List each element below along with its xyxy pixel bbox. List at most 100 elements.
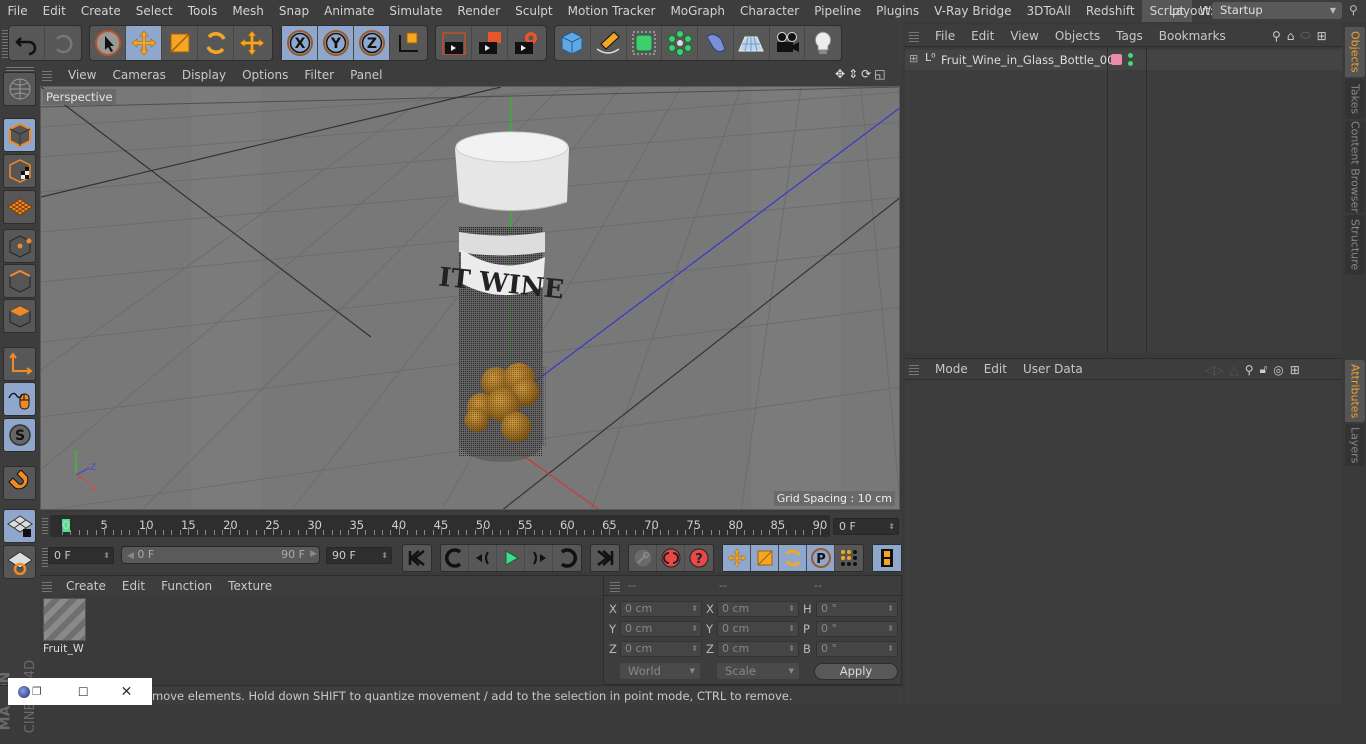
pos-x-field[interactable]: 0 cm ⬍ (620, 601, 702, 617)
pos-z-field[interactable]: 0 cm ⬍ (620, 641, 702, 657)
timeline-grip[interactable] (42, 518, 48, 534)
size-mode-dropdown[interactable]: Scale ▼ (717, 663, 799, 679)
cloner-button[interactable] (662, 26, 698, 60)
pan-icon[interactable]: ✥ (835, 67, 845, 81)
menu-simulate[interactable]: Simulate (382, 0, 450, 22)
edges-mode-button[interactable] (3, 264, 36, 298)
pos-y-field[interactable]: 0 cm ⬍ (620, 621, 702, 637)
cube-button[interactable] (555, 26, 591, 60)
snap-button[interactable]: S (3, 418, 36, 452)
render-view-button[interactable] (436, 26, 472, 60)
menu-sculpt[interactable]: Sculpt (508, 0, 560, 22)
vp-menu-view[interactable]: View (60, 68, 104, 82)
obj-menu-objects[interactable]: Objects (1047, 29, 1108, 43)
viewport-grip[interactable] (42, 69, 52, 81)
end-frame-field[interactable]: 90 F ⬍ (326, 547, 392, 564)
menu-vray-bridge[interactable]: V-Ray Bridge (927, 0, 1019, 22)
next-frame-button[interactable] (525, 545, 553, 571)
menu-edit[interactable]: Edit (35, 0, 73, 22)
restore-icon[interactable]: ❐ (32, 685, 42, 698)
menu-snap[interactable]: Snap (271, 0, 316, 22)
obj-menu-bookmarks[interactable]: Bookmarks (1151, 29, 1234, 43)
play-button[interactable] (497, 545, 525, 571)
tab-takes[interactable]: Takes (1345, 79, 1365, 119)
redo-button[interactable] (45, 26, 81, 60)
magnet-button[interactable] (3, 466, 36, 500)
attr-menu-user-data[interactable]: User Data (1015, 362, 1091, 376)
menu-select[interactable]: Select (128, 0, 180, 22)
tab-attributes[interactable]: Attributes (1345, 360, 1365, 422)
menu-animate[interactable]: Animate (317, 0, 382, 22)
search-icon[interactable]: ⚲ (1272, 29, 1281, 43)
obj-menu-file[interactable]: File (927, 29, 963, 43)
camera-button[interactable] (770, 26, 806, 60)
attr-menu-mode[interactable]: Mode (927, 362, 976, 376)
frame-range-slider[interactable]: ◀ 0 F 90 F ▶ (121, 546, 320, 564)
mat-menu-create[interactable]: Create (58, 579, 114, 593)
menu-pipeline[interactable]: Pipeline (807, 0, 869, 22)
last-tool-button[interactable] (234, 26, 270, 60)
key-rotation-button[interactable] (779, 545, 807, 571)
key-parameter-button[interactable]: P (807, 545, 835, 571)
size-x-field[interactable]: 0 cm ⬍ (717, 601, 799, 617)
x-axis-lock-button[interactable]: X (282, 26, 318, 60)
make-editable-button[interactable] (3, 72, 36, 106)
object-manager-grip[interactable] (909, 29, 919, 42)
undo-button[interactable] (9, 26, 45, 60)
search-icon[interactable]: ⚲ (1245, 363, 1254, 377)
scale-tool-button[interactable] (162, 26, 198, 60)
lock-icon[interactable]: 🔓︎ (1260, 362, 1268, 377)
key-scale-button[interactable] (751, 545, 779, 571)
menu-3dtoall[interactable]: 3DToAll (1019, 0, 1078, 22)
tweak-mode-button[interactable] (3, 382, 36, 416)
points-mode-button[interactable] (3, 229, 36, 263)
menu-render[interactable]: Render (450, 0, 508, 22)
vp-menu-filter[interactable]: Filter (296, 68, 342, 82)
light-button[interactable] (805, 26, 841, 60)
obj-menu-tags[interactable]: Tags (1108, 29, 1151, 43)
deformer-button[interactable] (698, 26, 734, 60)
obj-menu-edit[interactable]: Edit (963, 29, 1002, 43)
eye-icon[interactable]: ⬭ (1300, 28, 1310, 43)
go-to-start-button[interactable] (403, 545, 431, 571)
axis-mode-button[interactable] (3, 347, 36, 381)
workplane-mode-button[interactable] (3, 190, 36, 224)
menu-create[interactable]: Create (73, 0, 128, 22)
material-name[interactable]: Fruit_W (43, 642, 84, 655)
render-visibility-dot[interactable] (1128, 61, 1133, 66)
menu-mograph[interactable]: MoGraph (663, 0, 733, 22)
rot-b-field[interactable]: 0 ° ⬍ (816, 641, 898, 657)
menu-redshift[interactable]: Redshift (1078, 0, 1142, 22)
rot-p-field[interactable]: 0 ° ⬍ (816, 621, 898, 637)
start-frame-field[interactable]: 0 F ⬍ (48, 547, 114, 564)
y-axis-lock-button[interactable]: Y (318, 26, 354, 60)
back-arrow-icon[interactable]: ◁▷ (1205, 363, 1223, 377)
keyframe-selection-button[interactable]: ? (685, 545, 713, 571)
mat-menu-edit[interactable]: Edit (114, 579, 153, 593)
attr-menu-edit[interactable]: Edit (976, 362, 1015, 376)
record-key-button[interactable] (629, 545, 657, 571)
mat-menu-texture[interactable]: Texture (220, 579, 280, 593)
attribute-manager-grip[interactable] (909, 363, 919, 375)
vp-menu-cameras[interactable]: Cameras (104, 68, 173, 82)
object-row[interactable]: ⊞ L⁰ Fruit_Wine_in_Glass_Bottle_001 (905, 50, 1342, 70)
locked-workplane-button[interactable] (3, 545, 36, 579)
left-toolbar-grip[interactable] (6, 66, 34, 71)
subdivision-surface-button[interactable] (627, 26, 663, 60)
previous-frame-button[interactable] (469, 545, 497, 571)
menu-plugins[interactable]: Plugins (869, 0, 927, 22)
key-pla-button[interactable] (835, 545, 863, 571)
vp-menu-panel[interactable]: Panel (342, 68, 390, 82)
menu-tools[interactable]: Tools (180, 0, 225, 22)
expand-icon[interactable]: ⊞ (909, 52, 918, 65)
obj-menu-view[interactable]: View (1002, 29, 1046, 43)
range-left-arrow-icon[interactable]: ◀ (127, 551, 134, 561)
tab-objects[interactable]: Objects (1345, 27, 1365, 77)
new-panel-icon[interactable]: ⊞ (1317, 29, 1327, 43)
timeline-ruler[interactable]: 0 5 10 15 20 25 30 35 40 45 50 55 60 65 70 75 80 85 90 (50, 515, 830, 537)
menu-file[interactable]: File (0, 0, 35, 22)
rot-h-field[interactable]: 0 ° ⬍ (816, 601, 898, 617)
size-z-field[interactable]: 0 cm ⬍ (717, 641, 799, 657)
home-icon[interactable]: ⌂ (1287, 29, 1295, 43)
tab-content-browser[interactable]: Content Browser (1345, 121, 1365, 213)
